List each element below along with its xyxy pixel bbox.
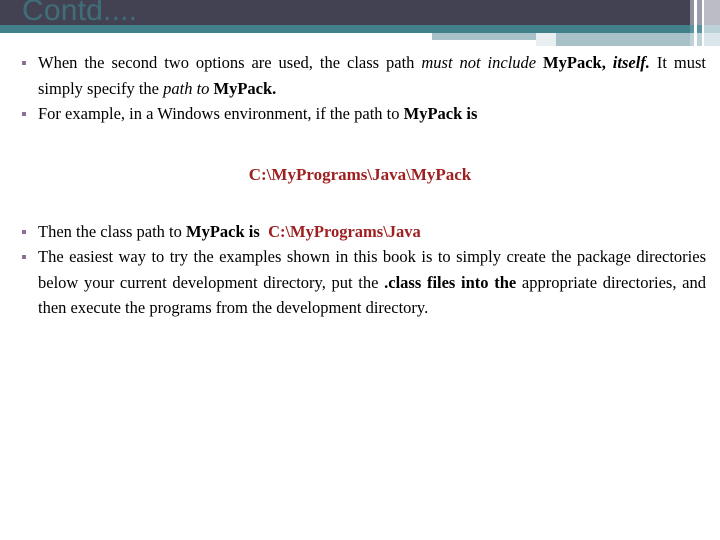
header-ghost-square-2: [536, 40, 556, 46]
path-callout: C:\MyPrograms\Java\MyPack: [248, 164, 472, 184]
header-vstripe-low-3: [704, 33, 720, 46]
header-decor-bar-white-2: [52, 40, 538, 46]
bullet-item-2: For example, in a Windows environment, i…: [0, 101, 706, 127]
body-spacer-below-callout: [0, 185, 720, 219]
bullet-2-text-plain: For example, in a Windows environment, i…: [38, 104, 404, 123]
bullet-list-2: Then the class path to MyPack is C:\MyPr…: [0, 219, 720, 321]
bullet-2-text-bold: MyPack is: [403, 104, 478, 123]
slide-header-banner: Contd.... Contd....: [0, 0, 720, 46]
bullet-1-text-bolditalic-1: itself.: [612, 53, 650, 72]
bullet-item-4: The easiest way to try the examples show…: [0, 244, 706, 321]
bullet-3-text-bold: MyPack is: [186, 221, 260, 241]
bullet-item-1: When the second two options are used, th…: [0, 50, 706, 101]
bullet-1-text-plain-1: When the second two options are used, th…: [38, 53, 422, 72]
bullet-1-text-italic-2: path to: [163, 78, 210, 98]
slide-root: { "slide": { "title": "Contd....", "colo…: [0, 0, 720, 540]
header-decor-bar-blue-1: [432, 33, 720, 40]
header-vstripe-low-2: [697, 33, 702, 46]
header-decor-bar-white-1: [0, 33, 432, 40]
bullet-1-text-bold-1: MyPack,: [536, 53, 606, 72]
bullet-4-text-bold: .class files into the: [384, 272, 517, 292]
bullet-1-text-bold-2: MyPack.: [209, 78, 277, 98]
slide-body: When the second two options are used, th…: [0, 50, 720, 321]
page-title-clip: Contd....: [0, 0, 720, 33]
page-title-overlay: Contd....: [22, 0, 138, 27]
bullet-list: When the second two options are used, th…: [0, 50, 720, 127]
bullet-1-text-italic-1: must not include: [421, 53, 537, 72]
bullet-item-3: Then the class path to MyPack is C:\MyPr…: [0, 219, 706, 245]
header-ghost-square-1: [536, 33, 556, 40]
bullet-3-text-path: C:\MyPrograms\Java: [268, 221, 421, 241]
bullet-3-text-plain: Then the class path to: [38, 221, 187, 241]
body-spacer-above-callout: [0, 127, 720, 165]
header-vstripe-low-1: [690, 33, 694, 46]
